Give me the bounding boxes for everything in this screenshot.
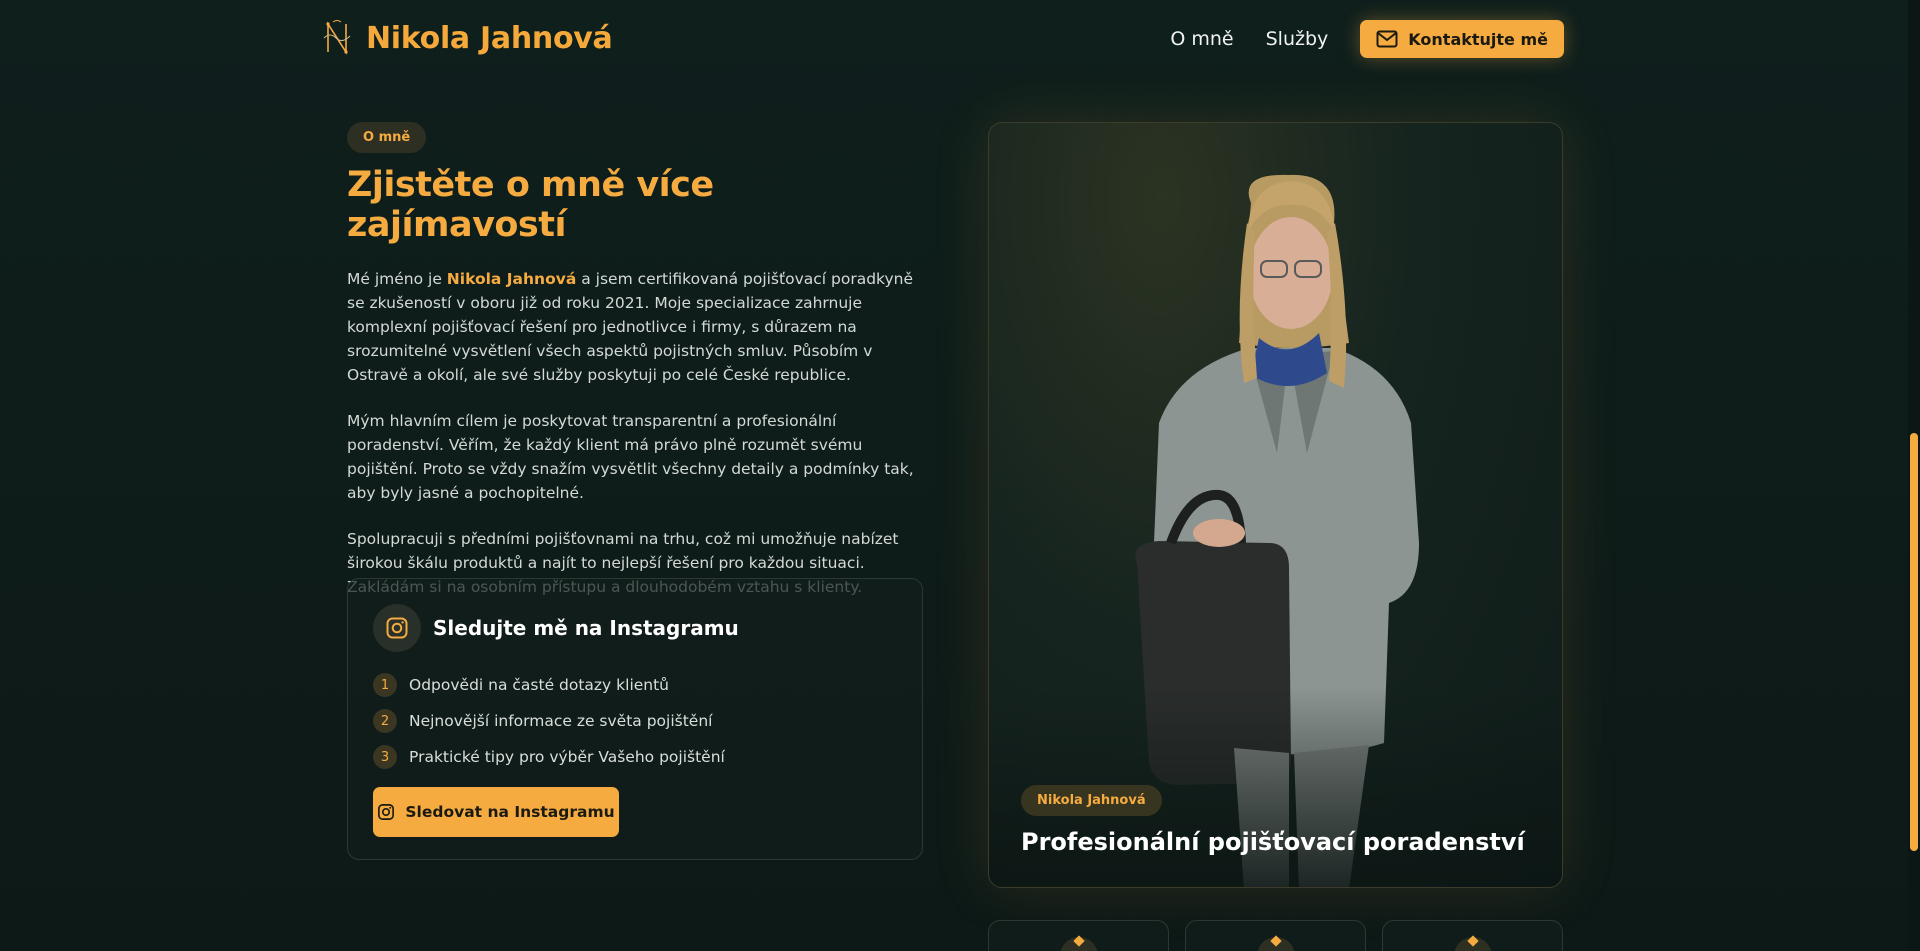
- about-p1-intro: Mé jméno je: [347, 270, 447, 288]
- section-title: Zjistěte o mně více zajímavostí: [347, 165, 714, 245]
- feature-card: [1382, 920, 1563, 951]
- feature-card: [988, 920, 1169, 951]
- section-pill: O mně: [347, 122, 427, 153]
- brand-name: Nikola Jahnová: [366, 20, 613, 56]
- list-number: 1: [373, 673, 397, 697]
- logo-monogram-icon: [323, 20, 351, 55]
- instagram-card-header: Sledujte mě na Instagramu: [373, 604, 739, 652]
- about-paragraph-1: Mé jméno je Nikola Jahnová a jsem certif…: [347, 267, 927, 387]
- list-item: 1 Odpovědi na časté dotazy klientů: [373, 667, 725, 703]
- instagram-card-title: Sledujte mě na Instagramu: [433, 616, 739, 640]
- instagram-benefits-list: 1 Odpovědi na časté dotazy klientů 2 Nej…: [373, 667, 725, 775]
- scrollbar-thumb[interactable]: [1910, 433, 1918, 851]
- follow-instagram-button[interactable]: Sledovat na Instagramu: [373, 787, 619, 837]
- list-item-text: Nejnovější informace ze světa pojištění: [409, 712, 713, 730]
- nav-link-about[interactable]: O mně: [1170, 28, 1233, 50]
- list-item-text: Praktické tipy pro výběr Vašeho pojištěn…: [409, 748, 725, 766]
- feature-card: [1185, 920, 1366, 951]
- list-number: 2: [373, 709, 397, 733]
- nav-link-services[interactable]: Služby: [1266, 28, 1329, 50]
- mail-icon: [1376, 30, 1398, 48]
- list-item: 2 Nejnovější informace ze světa pojištěn…: [373, 703, 725, 739]
- about-paragraph-2: Mým hlavním cílem je poskytovat transpar…: [347, 412, 914, 502]
- list-item: 3 Praktické tipy pro výběr Vašeho pojišt…: [373, 739, 725, 775]
- contact-button-label: Kontaktujte mě: [1408, 29, 1548, 49]
- instagram-icon-circle: [373, 604, 421, 652]
- contact-button[interactable]: Kontaktujte mě: [1360, 20, 1564, 58]
- page-scrollbar[interactable]: [1908, 0, 1920, 951]
- instagram-card: Sledujte mě na Instagramu 1 Odpovědi na …: [347, 578, 923, 860]
- feature-icon: [1257, 937, 1295, 951]
- instagram-icon: [386, 617, 408, 639]
- site-header: Nikola Jahnová O mně Služby Kontaktujte …: [0, 0, 1920, 80]
- about-section: O mně Zjistěte o mně více zajímavostí Mé…: [347, 122, 927, 599]
- list-item-text: Odpovědi na časté dotazy klientů: [409, 676, 670, 694]
- follow-instagram-label: Sledovat na Instagramu: [405, 803, 615, 821]
- feature-icon: [1060, 937, 1098, 951]
- about-p1-name: Nikola Jahnová: [446, 270, 577, 288]
- profile-photo-card: Nikola Jahnová Profesionální pojišťovací…: [988, 122, 1563, 888]
- photo-name-badge: Nikola Jahnová: [1021, 785, 1162, 816]
- main-nav: O mně Služby Kontaktujte mě: [1170, 20, 1564, 58]
- list-number: 3: [373, 745, 397, 769]
- photo-caption: Profesionální pojišťovací poradenství: [1021, 828, 1525, 856]
- instagram-icon: [378, 804, 395, 820]
- brand-logo[interactable]: Nikola Jahnová: [320, 18, 613, 58]
- feature-icon: [1454, 937, 1492, 951]
